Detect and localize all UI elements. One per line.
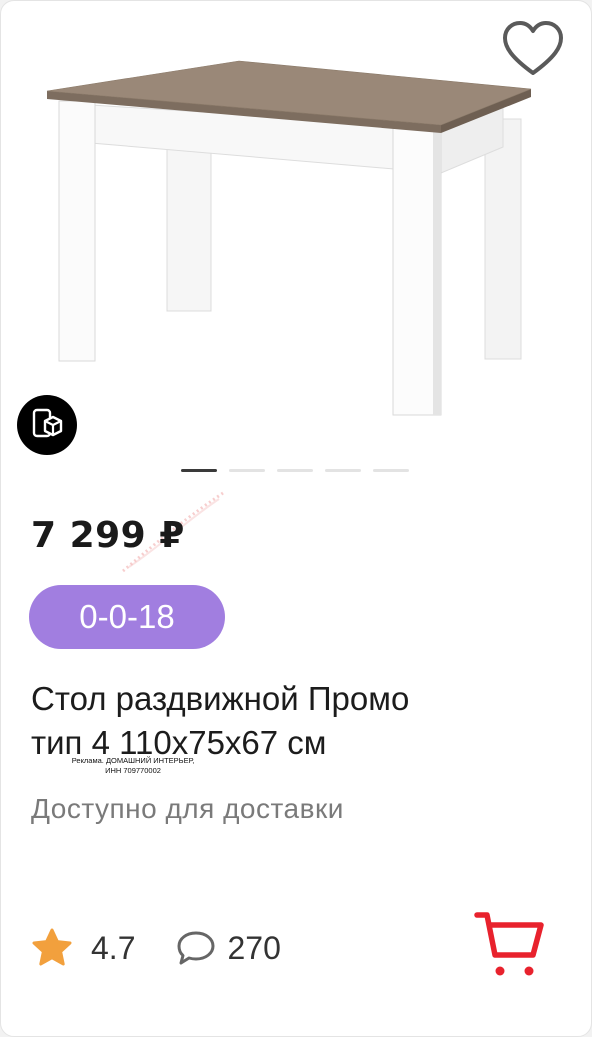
product-title[interactable]: Стол раздвижной Промо тип 4 110x75x67 см [31,677,531,765]
ad-disclaimer-line-1: Реклама. ДОМАШНИЙ ИНТЕРЬЕР, [71,756,195,765]
availability-text: Доступно для доставки [31,793,344,824]
product-title-line-1: Стол раздвижной Промо [31,680,410,717]
heart-icon[interactable] [501,19,565,79]
ar-box-icon [32,408,63,438]
rating-value: 4.7 [91,929,136,966]
ad-disclaimer: Реклама. ДОМАШНИЙ ИНТЕРЬЕР, ИНН 70977000… [33,756,233,776]
ad-disclaimer-line-2: ИНН 709770002 [105,766,161,775]
price: 7 299 ₽ [31,515,185,556]
gallery-indicator [181,469,409,473]
gallery-dot[interactable] [373,469,409,472]
ar-view-button[interactable] [17,395,77,455]
installment-badge[interactable]: 0-0-18 [29,585,225,649]
gallery-dot[interactable] [181,469,217,472]
reviews-count: 270 [227,929,281,966]
rating-row: 4.7 270 [31,923,281,973]
reviews-link[interactable]: 270 [175,929,281,967]
product-card[interactable]: 7 299 ₽ 0-0-18 Стол раздвижной Промо тип… [0,0,592,1037]
star-icon [32,928,72,966]
speech-bubble-icon [177,931,215,965]
gallery-dot[interactable] [229,469,265,472]
gallery-dot[interactable] [277,469,313,472]
cart-icon[interactable] [471,905,549,983]
gallery-dot[interactable] [325,469,361,472]
